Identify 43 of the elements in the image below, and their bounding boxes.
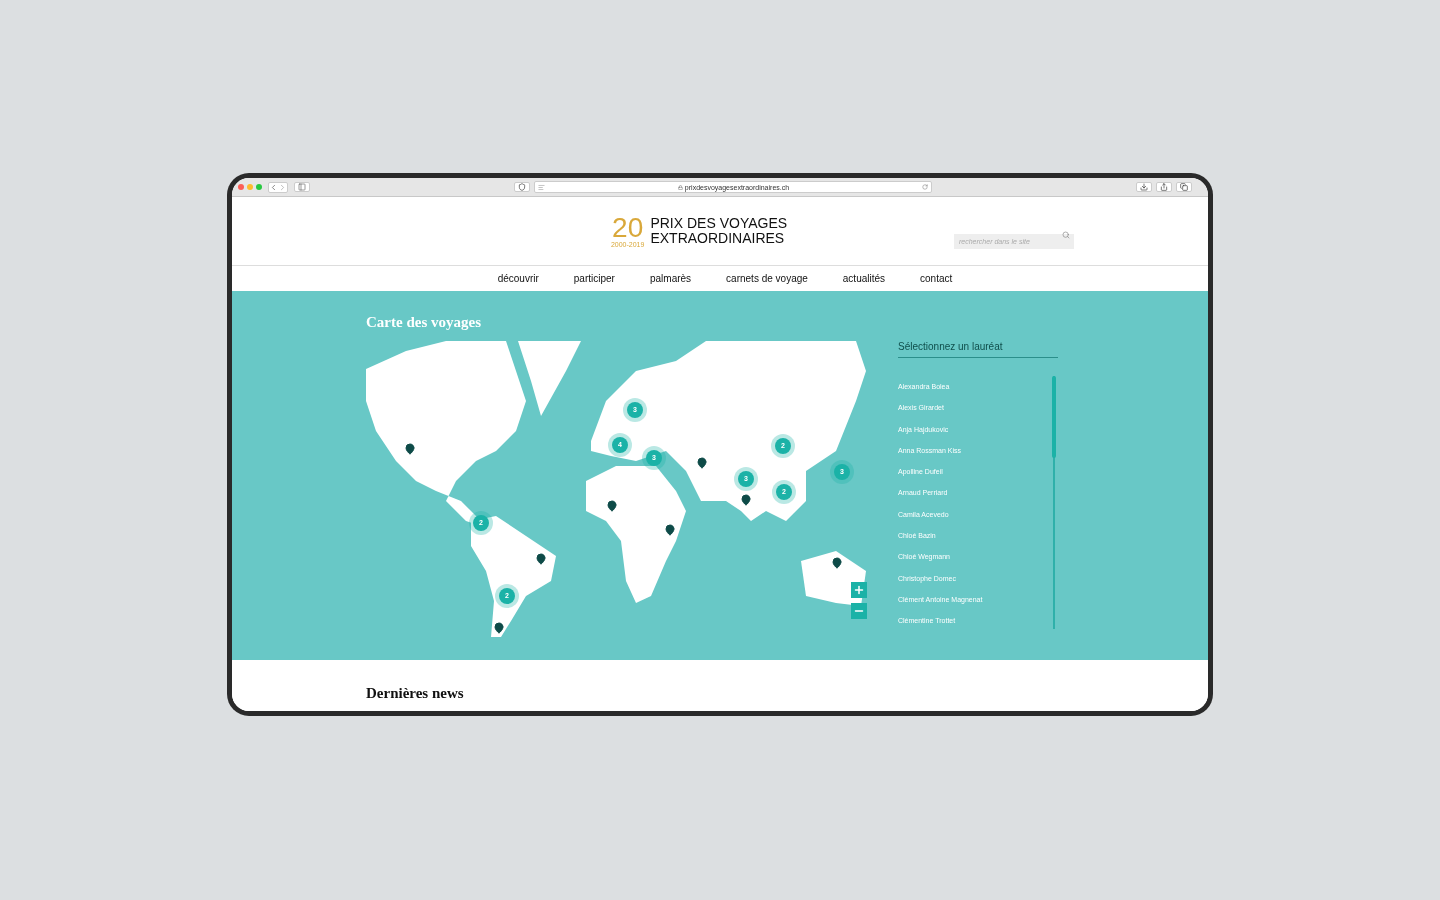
nav-link[interactable]: actualités	[842, 271, 886, 286]
tabs-icon	[1180, 183, 1188, 191]
share-button[interactable]	[1156, 182, 1172, 192]
forward-icon[interactable]	[278, 182, 287, 192]
close-window-icon[interactable]	[238, 184, 244, 190]
logo-number: 20	[612, 214, 644, 241]
sidebar-icon	[298, 183, 306, 191]
download-icon	[1140, 183, 1148, 191]
nav-link[interactable]: carnets de voyage	[726, 271, 808, 286]
map-pin-icon[interactable]	[696, 457, 708, 469]
map-pin-icon[interactable]	[535, 553, 547, 565]
sidebar-button[interactable]	[294, 182, 310, 192]
nav-link[interactable]: participer	[573, 271, 615, 286]
map-pin-icon[interactable]	[664, 524, 676, 536]
panel-heading: Sélectionnez un lauréat	[898, 341, 1058, 358]
maximize-window-icon[interactable]	[256, 184, 262, 190]
news-heading: Dernières news	[366, 684, 465, 702]
map-pin-icon[interactable]	[831, 557, 843, 569]
nav-link[interactable]: découvrir	[497, 271, 539, 286]
logo-title: EXTRAORDINAIRES	[650, 231, 786, 246]
search-icon[interactable]	[1062, 230, 1070, 239]
nav-link[interactable]: palmarès	[649, 271, 692, 286]
map-pin-icon[interactable]	[404, 443, 416, 455]
reload-icon[interactable]	[922, 184, 928, 190]
privacy-button[interactable]	[514, 182, 530, 192]
back-icon[interactable]	[269, 182, 278, 192]
zoom-in-button[interactable]	[851, 582, 867, 598]
scrollbar-thumb[interactable]	[1052, 376, 1056, 458]
nav-link[interactable]: contact	[920, 271, 953, 286]
reader-icon	[538, 183, 545, 191]
shield-icon	[518, 183, 526, 191]
map-pin-icon[interactable]	[606, 500, 618, 512]
section-title: Carte des voyages	[366, 313, 482, 332]
logo-title: PRIX DES VOYAGES	[650, 216, 788, 231]
scrollbar-track[interactable]	[1053, 376, 1055, 629]
tabs-button[interactable]	[1176, 182, 1192, 192]
lock-icon	[677, 184, 683, 190]
zoom-out-button[interactable]	[851, 603, 867, 619]
map-pin-icon[interactable]	[493, 622, 505, 634]
share-icon	[1160, 183, 1168, 191]
downloads-button[interactable]	[1136, 182, 1152, 192]
map-pin-icon[interactable]	[740, 494, 752, 506]
plus-icon	[853, 584, 865, 596]
